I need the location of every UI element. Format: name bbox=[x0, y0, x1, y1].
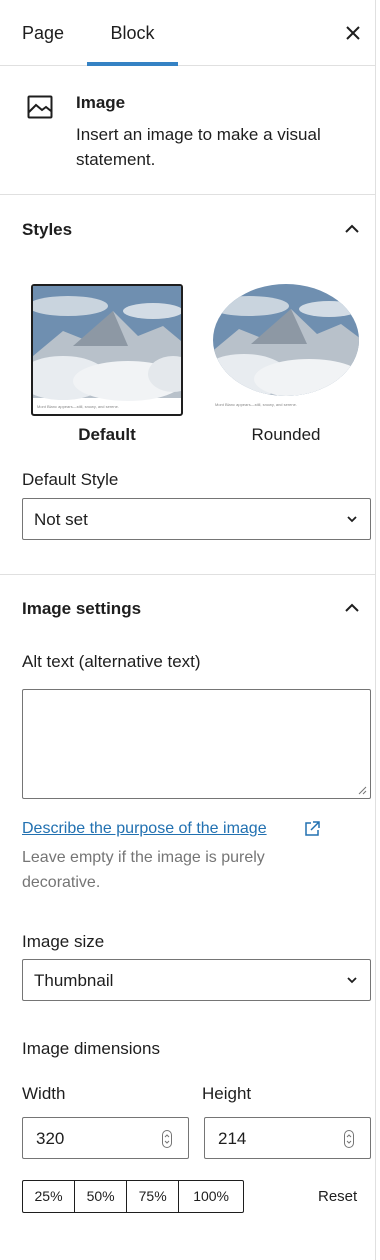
preview-caption: Mont Blanc appears—still, snowy, and ser… bbox=[215, 402, 297, 407]
default-style-value: Not set bbox=[34, 510, 88, 529]
spinner-icon[interactable] bbox=[162, 1130, 172, 1148]
percentage-button-group: 25% 50% 75% 100% bbox=[22, 1180, 244, 1213]
image-dimensions-label: Image dimensions bbox=[22, 1039, 160, 1058]
tab-page[interactable]: Page bbox=[22, 0, 64, 66]
preview-image: Mont Blanc appears—still, snowy, and ser… bbox=[33, 286, 181, 409]
close-icon[interactable] bbox=[340, 20, 366, 46]
describe-image-link[interactable]: Describe the purpose of the image bbox=[22, 820, 267, 838]
block-description: Insert an image to make a visual stateme… bbox=[76, 125, 321, 169]
alt-text-label: Alt text (alternative text) bbox=[22, 652, 201, 671]
image-settings-title: Image settings bbox=[22, 599, 142, 618]
percent-25-button[interactable]: 25% bbox=[23, 1181, 76, 1212]
percent-75-button[interactable]: 75% bbox=[127, 1181, 180, 1212]
default-style-label: Default Style bbox=[22, 470, 119, 489]
percent-50-button[interactable]: 50% bbox=[75, 1181, 128, 1212]
alt-text-help: Leave empty if the image is purely decor… bbox=[22, 849, 265, 891]
image-icon bbox=[27, 95, 53, 119]
preview-image-rounded: Mont Blanc appears—still, snowy, and ser… bbox=[213, 284, 359, 407]
style-variation-rounded[interactable]: Mont Blanc appears—still, snowy, and ser… bbox=[209, 284, 361, 416]
preview-caption: Mont Blanc appears—still, snowy, and ser… bbox=[37, 404, 119, 409]
reset-button[interactable]: Reset bbox=[318, 1188, 357, 1205]
tab-block-label: Block bbox=[110, 23, 155, 43]
image-size-value: Thumbnail bbox=[34, 971, 114, 990]
height-input[interactable]: 214 bbox=[204, 1117, 371, 1159]
style-variation-default[interactable]: Mont Blanc appears—still, snowy, and ser… bbox=[31, 284, 183, 416]
resize-handle-icon[interactable] bbox=[357, 785, 367, 795]
block-card: Image Insert an image to make a visual s… bbox=[0, 66, 376, 195]
chevron-up-icon bbox=[345, 224, 359, 233]
height-label: Height bbox=[202, 1084, 252, 1103]
chevron-down-icon bbox=[347, 516, 357, 523]
external-link-icon[interactable] bbox=[303, 820, 321, 838]
spinner-icon[interactable] bbox=[344, 1130, 354, 1148]
image-size-label: Image size bbox=[22, 932, 105, 951]
style-label-default: Default bbox=[78, 425, 136, 444]
block-settings-panel: Page Block Image Insert an image to make… bbox=[0, 0, 376, 1260]
width-input[interactable]: 320 bbox=[22, 1117, 189, 1159]
alt-text-field[interactable] bbox=[22, 689, 371, 799]
chevron-down-icon bbox=[347, 977, 357, 984]
height-value: 214 bbox=[218, 1129, 247, 1148]
block-title: Image bbox=[76, 93, 126, 112]
default-style-select[interactable]: Not set bbox=[22, 498, 371, 540]
image-settings-panel-toggle[interactable]: Image settings bbox=[0, 579, 376, 639]
width-label: Width bbox=[22, 1084, 66, 1103]
style-label-rounded: Rounded bbox=[251, 425, 321, 444]
chevron-up-icon bbox=[345, 603, 359, 612]
styles-panel-toggle[interactable]: Styles bbox=[0, 200, 376, 260]
sidebar-tabs: Page Block bbox=[0, 0, 376, 66]
image-size-select[interactable]: Thumbnail bbox=[22, 959, 371, 1001]
width-value: 320 bbox=[36, 1129, 65, 1148]
percent-100-button[interactable]: 100% bbox=[179, 1181, 243, 1212]
tab-block[interactable]: Block bbox=[87, 0, 178, 66]
section-divider bbox=[0, 574, 376, 575]
styles-title: Styles bbox=[22, 220, 73, 239]
